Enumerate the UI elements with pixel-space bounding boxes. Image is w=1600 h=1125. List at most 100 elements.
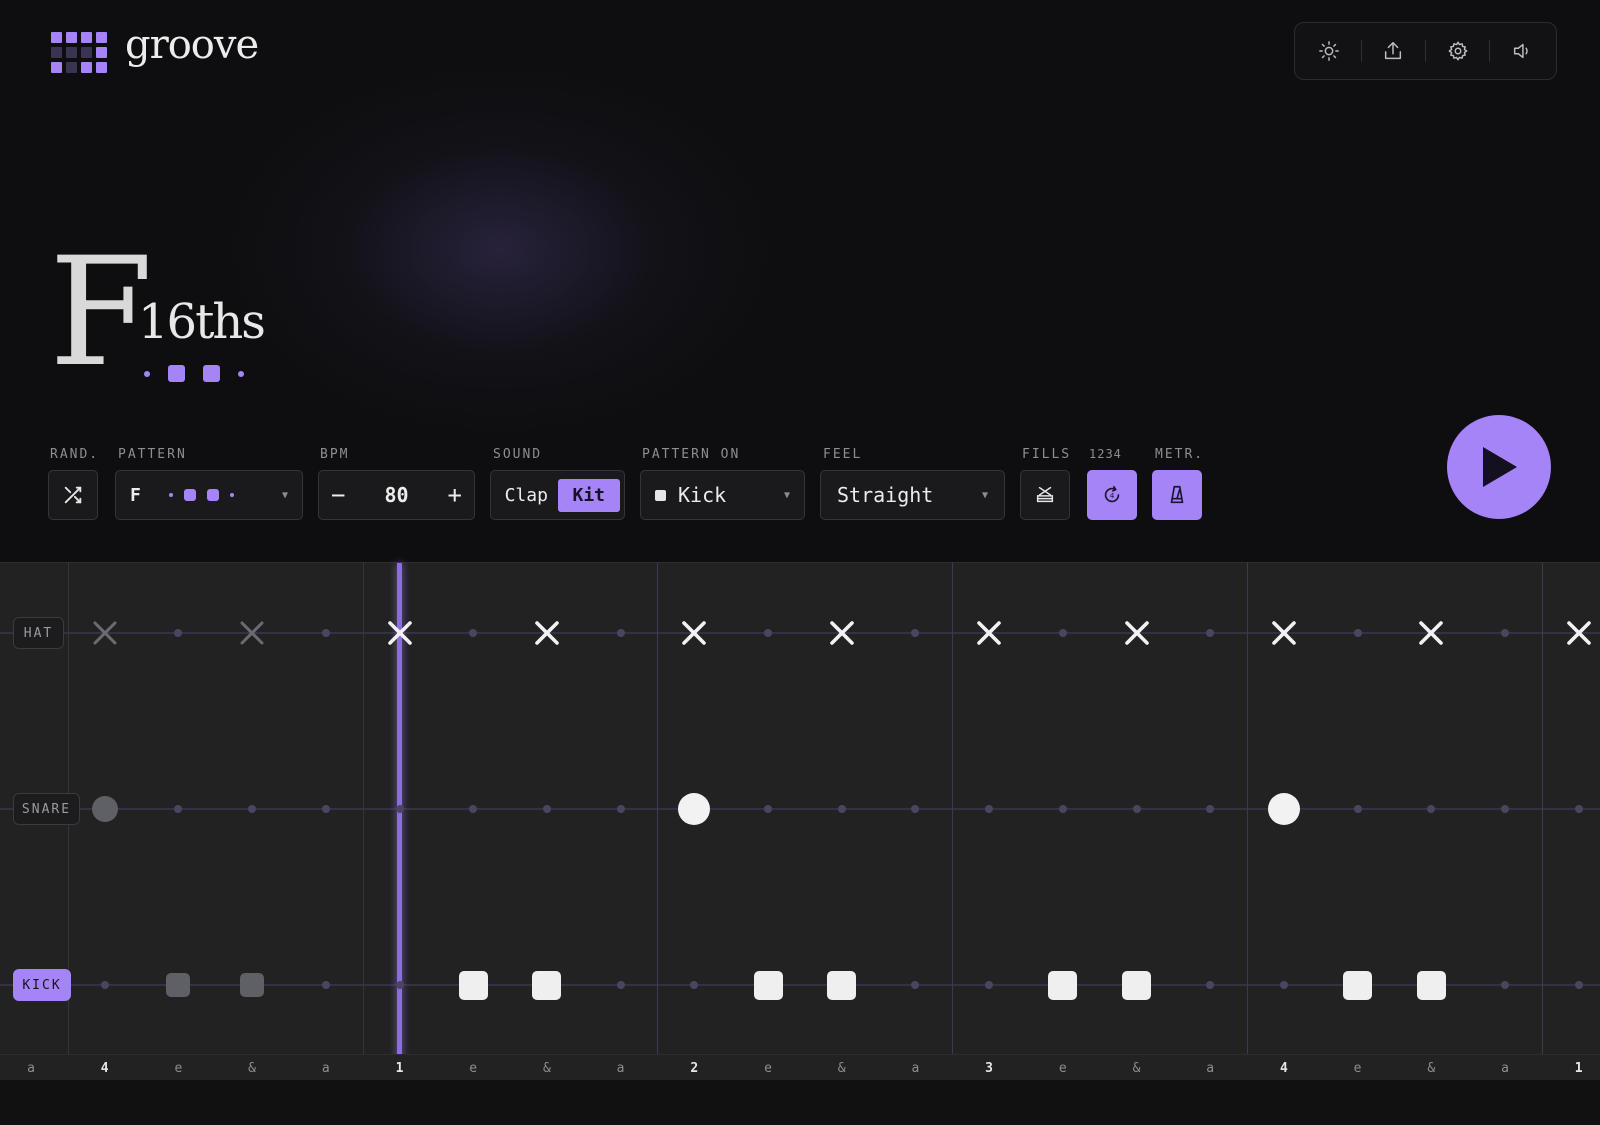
kick-empty-step[interactable] (321, 981, 330, 989)
kick-empty-step[interactable] (395, 981, 404, 989)
speaker-icon[interactable] (1501, 30, 1543, 72)
play-button[interactable] (1447, 415, 1551, 519)
beat-line (1541, 563, 1543, 1080)
hat-hit[interactable] (1270, 619, 1298, 647)
snare-empty-step[interactable] (395, 805, 404, 813)
snare-empty-step[interactable] (616, 805, 625, 813)
hat-empty-step[interactable] (1206, 629, 1215, 637)
share-icon[interactable] (1372, 30, 1414, 72)
kick-empty-step[interactable] (911, 981, 920, 989)
snare-empty-step[interactable] (985, 805, 994, 813)
snare-hit[interactable] (1267, 793, 1300, 825)
kick-ghost-hit[interactable] (240, 973, 265, 997)
top-toolbar (1294, 22, 1557, 80)
snare-empty-step[interactable] (837, 805, 846, 813)
row-label-snare[interactable]: SNARE (13, 793, 80, 825)
logo-cell (66, 32, 77, 43)
snare-empty-step[interactable] (174, 805, 183, 813)
bpm-value[interactable]: 80 (384, 483, 408, 507)
hat-hit[interactable] (680, 619, 708, 647)
kick-empty-step[interactable] (1279, 981, 1288, 989)
bpm-decrement-button[interactable]: − (331, 481, 345, 509)
pattern-subdivision: 16ths (138, 294, 266, 350)
kick-hit[interactable] (1122, 970, 1151, 1000)
hat-empty-step[interactable] (1353, 629, 1362, 637)
hat-hit[interactable] (975, 619, 1003, 647)
row-label-kick[interactable]: KICK (13, 969, 71, 1001)
snare-empty-step[interactable] (1427, 805, 1436, 813)
kick-ghost-hit[interactable] (166, 973, 191, 997)
hat-hit[interactable] (828, 619, 856, 647)
feel-select[interactable]: Straight ▼ (820, 470, 1005, 520)
kick-hit[interactable] (1048, 970, 1078, 1000)
pattern-dot-accent (168, 365, 185, 382)
snare-empty-step[interactable] (1058, 805, 1067, 813)
gear-icon[interactable] (1437, 30, 1479, 72)
hat-hit[interactable] (1417, 619, 1445, 647)
kick-hit[interactable] (1416, 970, 1446, 1000)
snare-empty-step[interactable] (1353, 805, 1362, 813)
kick-empty-step[interactable] (1574, 981, 1583, 989)
fills-button[interactable] (1020, 470, 1070, 520)
kick-hit[interactable] (1343, 970, 1373, 1000)
beat-line (362, 563, 364, 1080)
bpm-increment-button[interactable]: + (448, 481, 462, 509)
snare-empty-step[interactable] (469, 805, 478, 813)
sun-icon[interactable] (1308, 30, 1350, 72)
logo-cell (96, 62, 107, 73)
hat-empty-step[interactable] (911, 629, 920, 637)
kick-empty-step[interactable] (985, 981, 994, 989)
step-count-label: e (764, 1061, 772, 1076)
hat-empty-step[interactable] (469, 629, 478, 637)
count-in-icon: 4 (1104, 485, 1120, 503)
step-count-label: 4 (1279, 1061, 1288, 1076)
hat-ghost-hit[interactable] (238, 619, 266, 647)
kick-empty-step[interactable] (690, 981, 699, 989)
logo-cell (51, 62, 62, 73)
hat-empty-step[interactable] (1501, 629, 1509, 637)
kick-empty-step[interactable] (1501, 981, 1509, 989)
snare-empty-step[interactable] (248, 805, 257, 813)
randomize-button[interactable] (48, 470, 98, 520)
sound-option-kit[interactable]: Kit (557, 478, 620, 512)
logo-cell (81, 62, 92, 73)
snare-empty-step[interactable] (1132, 805, 1141, 813)
bpm-stepper: − 80 + (318, 470, 475, 520)
hat-empty-step[interactable] (174, 629, 183, 637)
pattern-select[interactable]: F ▼ (115, 470, 303, 520)
hat-empty-step[interactable] (1058, 629, 1067, 637)
snare-empty-step[interactable] (1206, 805, 1215, 813)
kick-empty-step[interactable] (616, 981, 625, 989)
kick-hit[interactable] (827, 970, 857, 1000)
row-label-hat[interactable]: HAT (13, 617, 64, 649)
hat-empty-step[interactable] (616, 629, 625, 637)
kick-hit[interactable] (458, 970, 488, 1000)
snare-empty-step[interactable] (1574, 805, 1583, 813)
count-in-button[interactable]: 4 (1087, 470, 1137, 520)
hat-empty-step[interactable] (764, 629, 772, 637)
snare-empty-step[interactable] (321, 805, 330, 813)
kick-empty-step[interactable] (1206, 981, 1215, 989)
snare-empty-step[interactable] (764, 805, 772, 813)
pattern-dot-accent (183, 489, 196, 501)
kick-hit[interactable] (532, 970, 562, 1000)
metronome-button[interactable] (1152, 470, 1202, 520)
hat-ghost-hit[interactable] (91, 619, 119, 647)
snare-hit[interactable] (678, 793, 711, 825)
kick-empty-step[interactable] (100, 981, 109, 989)
snare-empty-step[interactable] (911, 805, 920, 813)
hat-hit[interactable] (1565, 619, 1593, 647)
snare-empty-step[interactable] (542, 805, 551, 813)
step-count-label: & (837, 1061, 846, 1076)
hat-empty-step[interactable] (321, 629, 330, 637)
hat-hit[interactable] (1123, 619, 1151, 647)
sound-option-clap[interactable]: Clap (495, 479, 558, 512)
snare-ghost-hit[interactable] (91, 796, 118, 822)
pattern-on-select[interactable]: Kick ▼ (640, 470, 805, 520)
kick-hit[interactable] (753, 970, 783, 1000)
hat-hit[interactable] (533, 619, 561, 647)
logo-cell (96, 47, 107, 58)
snare-empty-step[interactable] (1501, 805, 1509, 813)
hat-hit[interactable] (386, 619, 414, 647)
logo-cell (66, 47, 77, 58)
